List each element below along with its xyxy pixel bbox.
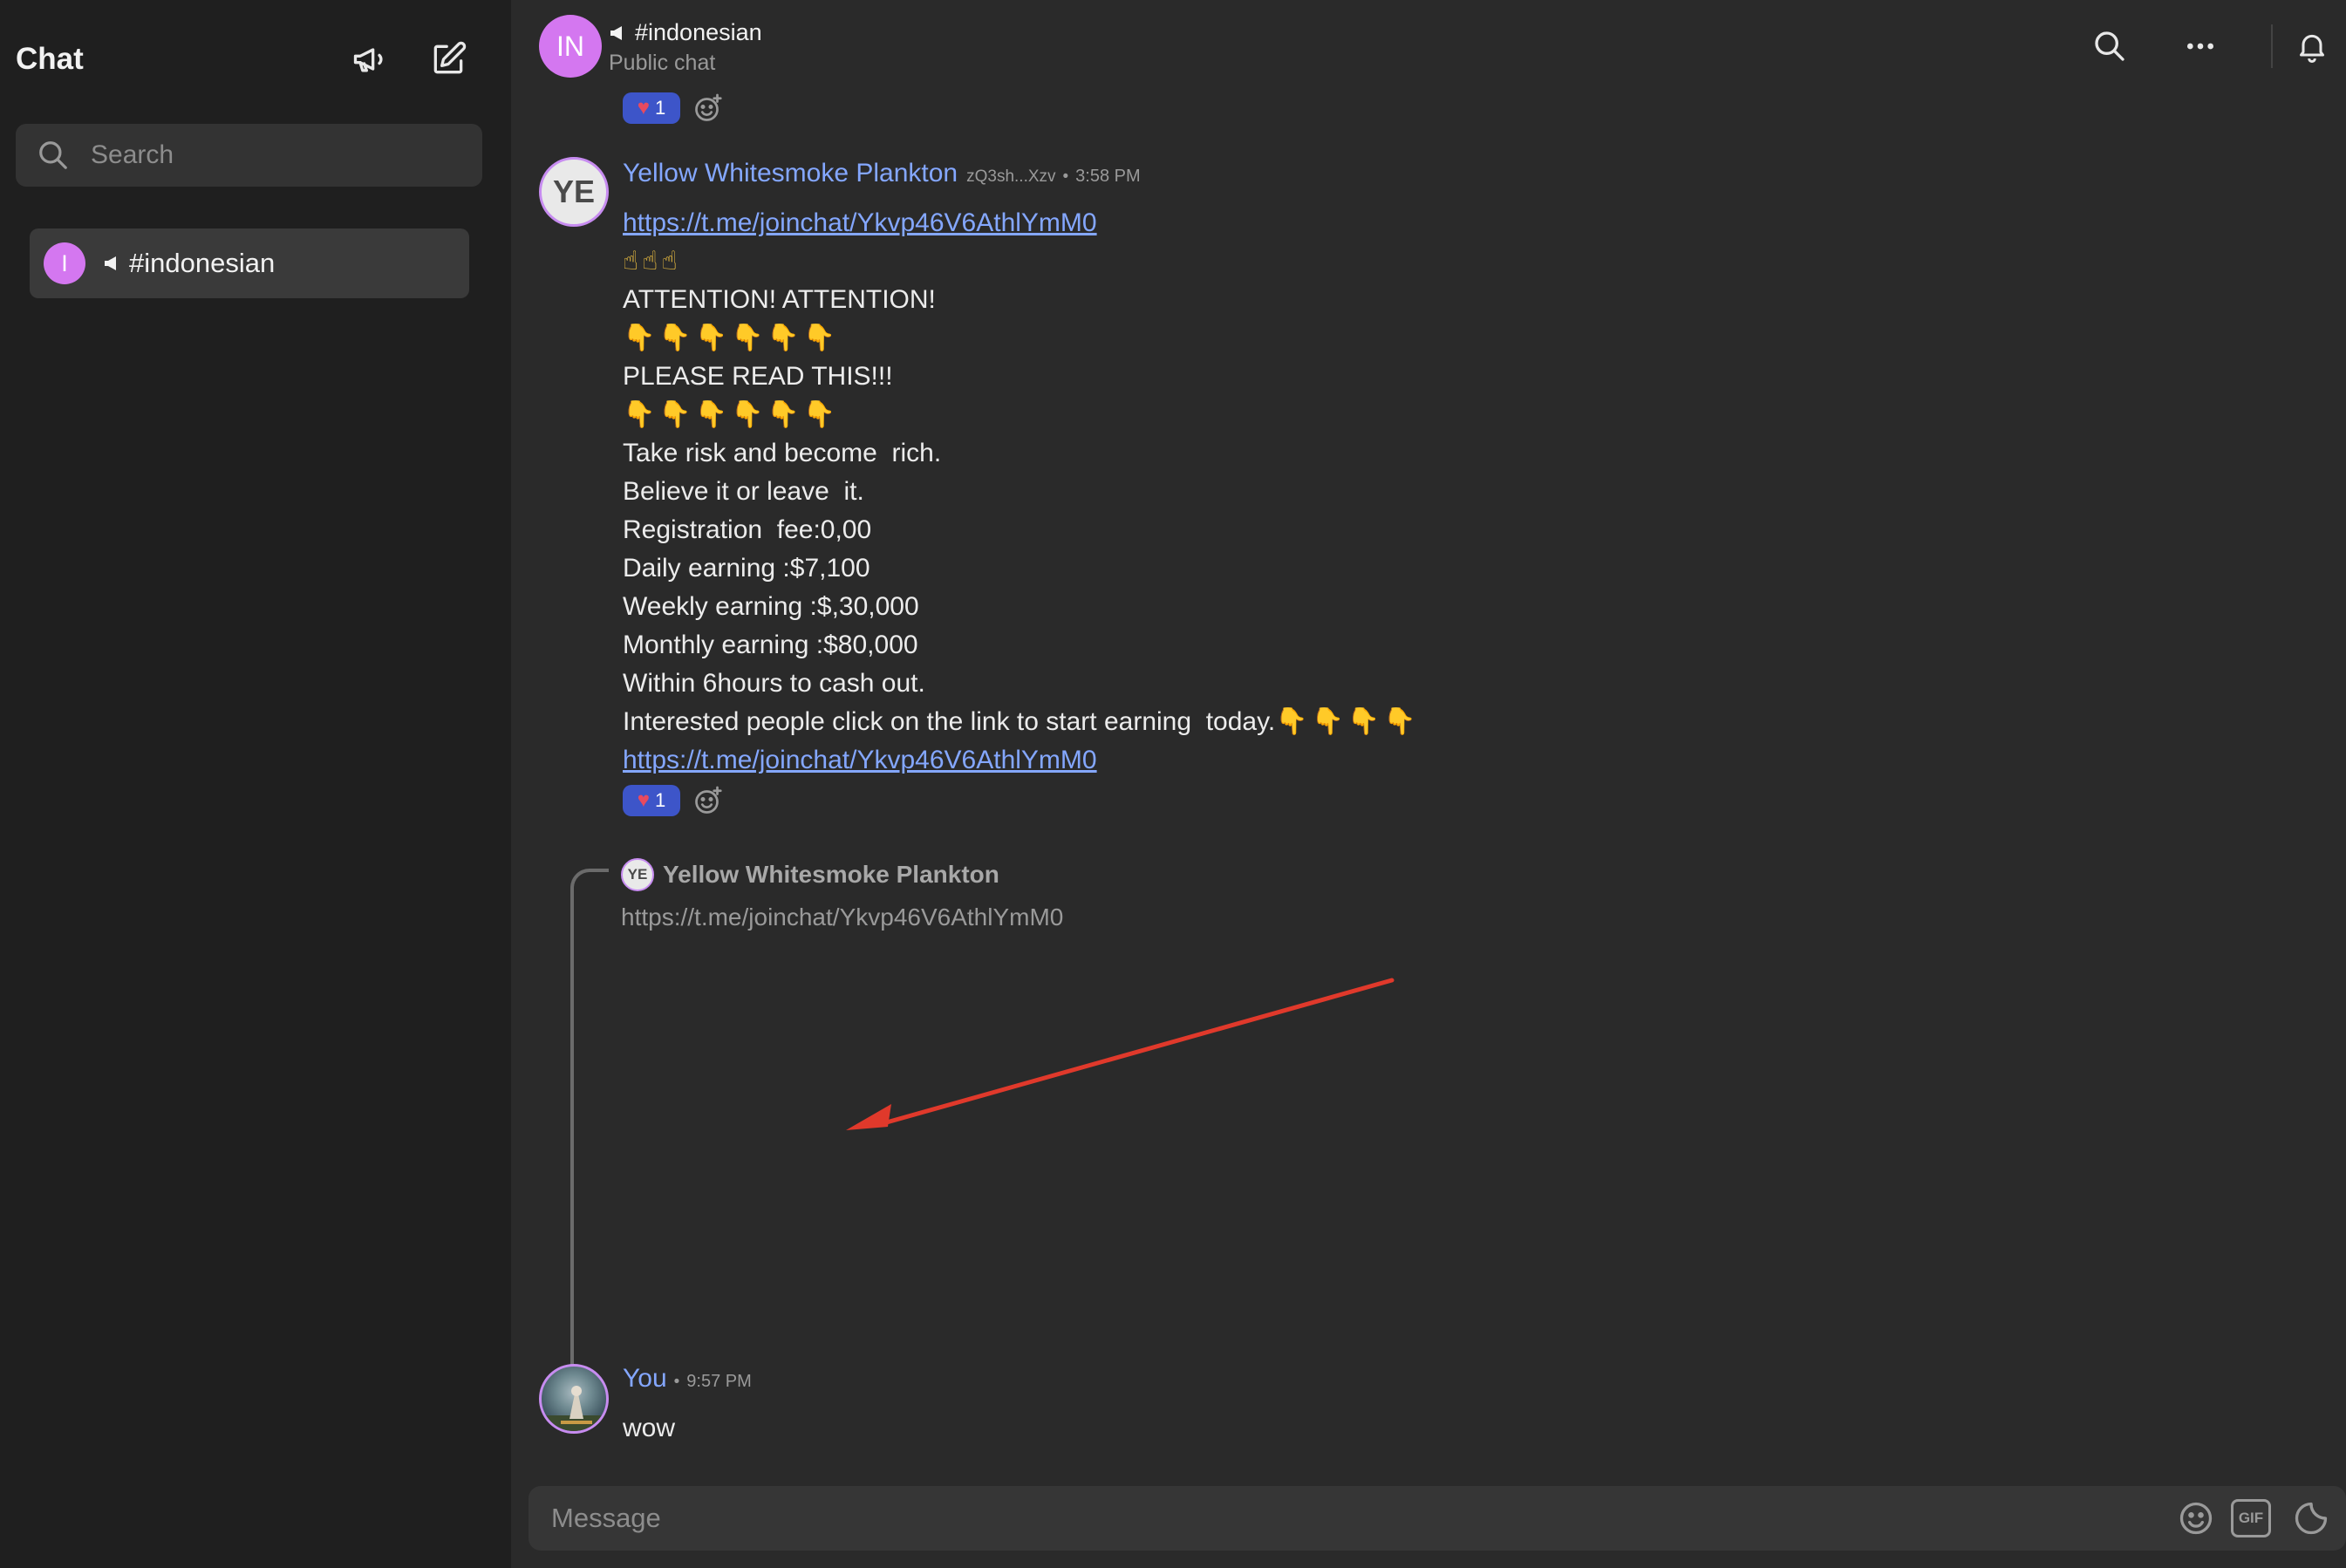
- app-window: Chat I #indonesian: [0, 0, 2346, 1568]
- reaction-count: 1: [655, 789, 666, 811]
- search-icon: [39, 141, 67, 169]
- emoji-text: ☝☝☝: [623, 247, 681, 276]
- reply-avatar: YE: [621, 858, 654, 891]
- reply-author: Yellow Whitesmoke Plankton: [663, 861, 999, 888]
- sidebar: Chat I #indonesian: [0, 0, 511, 1568]
- reply-text: https://t.me/joinchat/Ykvp46V6AthlYmM0: [621, 903, 1064, 931]
- annotation-arrow: [846, 978, 1395, 1130]
- channel-title: #indonesian: [609, 19, 762, 46]
- search-icon[interactable]: [2088, 24, 2131, 68]
- message-body: https://t.me/joinchat/Ykvp46V6AthlYmM0 ☝…: [623, 204, 1420, 780]
- reply-quote[interactable]: YE Yellow Whitesmoke Plankton https://t.…: [621, 858, 1063, 931]
- heart-icon: ♥: [637, 788, 650, 812]
- message-author[interactable]: Yellow Whitesmoke Plankton: [623, 159, 958, 188]
- chat-panel: IN #indonesian Public chat ♥ 1 YE Yellow…: [511, 0, 2346, 1568]
- megaphone-icon: [610, 25, 622, 40]
- message-link[interactable]: https://t.me/joinchat/Ykvp46V6AthlYmM0: [623, 746, 1097, 774]
- message-header: Yellow Whitesmoke Plankton zQ3sh...Xzv •…: [623, 159, 1141, 188]
- channel-name: #indonesian: [635, 19, 762, 45]
- chat-header: IN #indonesian Public chat: [511, 0, 2346, 92]
- message-line: Monthly earning :$80,000: [623, 631, 918, 659]
- message-line: Daily earning :$7,100: [623, 554, 870, 583]
- message-line: Within 6hours to cash out.: [623, 669, 925, 698]
- emoji-icon[interactable]: [2173, 1496, 2219, 1541]
- message-line: Weekly earning :$,30,000: [623, 592, 919, 621]
- reply-thread-line: [570, 869, 609, 1366]
- megaphone-icon[interactable]: [349, 38, 391, 80]
- heart-icon: ♥: [637, 96, 650, 119]
- channel-subtitle: Public chat: [609, 51, 716, 75]
- message-link[interactable]: https://t.me/joinchat/Ykvp46V6AthlYmM0: [623, 208, 1097, 237]
- edit-icon[interactable]: [427, 38, 469, 80]
- bell-icon[interactable]: [2290, 24, 2334, 68]
- avatar[interactable]: [539, 1364, 609, 1434]
- chat-name: #indonesian: [129, 248, 276, 278]
- search-box[interactable]: [16, 124, 482, 187]
- message-line: Believe it or leave it.: [623, 477, 864, 506]
- sidebar-title: Chat: [16, 42, 84, 76]
- message-line: Registration fee:0,00: [623, 515, 872, 544]
- message-line: wow: [623, 1414, 676, 1442]
- reaction-row: ♥ 1: [623, 785, 724, 816]
- chat-avatar: I: [44, 242, 85, 284]
- reaction-count: 1: [655, 97, 666, 119]
- header-divider: [2271, 24, 2273, 68]
- chat-item-label: #indonesian: [103, 248, 275, 279]
- search-input[interactable]: [91, 140, 474, 170]
- avatar[interactable]: YE: [539, 157, 609, 227]
- message-handle: zQ3sh...Xzv: [966, 167, 1056, 186]
- separator-dot: •: [673, 1373, 680, 1391]
- message-body: wow: [623, 1409, 675, 1448]
- message-input[interactable]: [551, 1503, 2173, 1534]
- more-icon[interactable]: [2179, 24, 2222, 68]
- channel-avatar[interactable]: IN: [539, 15, 602, 78]
- megaphone-icon: [105, 256, 116, 270]
- message-composer: GIF: [529, 1486, 2346, 1551]
- message-line: Interested people click on the link to s…: [623, 707, 1276, 736]
- message-time: 9:57 PM: [686, 1372, 752, 1391]
- heart-reaction[interactable]: ♥ 1: [623, 92, 680, 124]
- sidebar-item-indonesian[interactable]: I #indonesian: [30, 228, 469, 298]
- message-line: ATTENTION! ATTENTION!: [623, 285, 936, 314]
- message-time: 3:58 PM: [1075, 167, 1141, 186]
- sticker-icon[interactable]: [2288, 1496, 2334, 1541]
- add-reaction-icon[interactable]: [692, 785, 724, 816]
- separator-dot: •: [1062, 167, 1069, 186]
- reaction-row: ♥ 1: [623, 92, 724, 124]
- gif-icon[interactable]: GIF: [2231, 1499, 2271, 1537]
- message-author[interactable]: You: [623, 1364, 667, 1394]
- emoji-text: 👇👇👇👇👇👇: [623, 400, 840, 429]
- emoji-text: 👇👇👇👇: [1275, 707, 1420, 736]
- message-line: Take risk and become rich.: [623, 439, 942, 467]
- emoji-text: 👇👇👇👇👇👇: [623, 324, 840, 352]
- heart-reaction[interactable]: ♥ 1: [623, 785, 680, 816]
- message-line: PLEASE READ THIS!!!: [623, 362, 893, 391]
- message-header: You • 9:57 PM: [623, 1364, 752, 1394]
- add-reaction-icon[interactable]: [692, 92, 724, 124]
